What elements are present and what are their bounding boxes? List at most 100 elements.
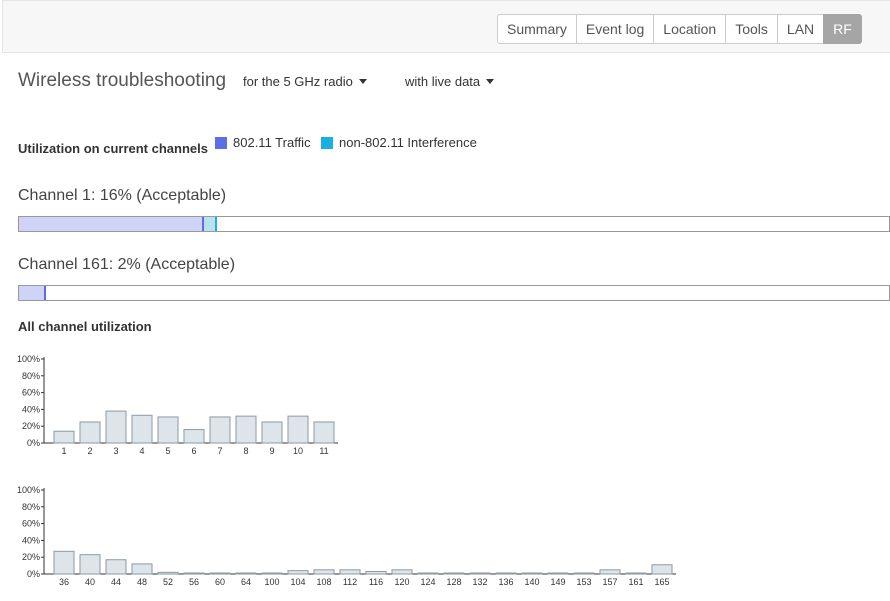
x-tick-label: 124 bbox=[420, 577, 435, 587]
tab-event-log[interactable]: Event log bbox=[575, 14, 655, 44]
x-tick-label: 116 bbox=[369, 577, 383, 587]
x-tick-label: 132 bbox=[472, 577, 487, 587]
x-tick-label: 64 bbox=[241, 577, 251, 587]
interference-swatch bbox=[321, 136, 333, 149]
bar-channel-9 bbox=[261, 421, 283, 444]
y-tick-label: 40% bbox=[22, 535, 40, 545]
chevron-down-icon bbox=[486, 79, 495, 85]
y-tick-label: 80% bbox=[22, 502, 40, 512]
bar-channel-56 bbox=[183, 572, 205, 575]
bar-channel-5 bbox=[157, 416, 179, 444]
x-tick-label: 10 bbox=[293, 446, 303, 456]
legend-interference-label: non-802.11 Interference bbox=[339, 135, 477, 150]
x-tick-label: 60 bbox=[215, 577, 225, 587]
bar-channel-165 bbox=[651, 564, 673, 575]
x-tick-label: 11 bbox=[319, 446, 328, 456]
channel-161-utilization-bar bbox=[18, 285, 890, 301]
bar-channel-149 bbox=[547, 572, 569, 575]
y-tick-label: 100% bbox=[17, 485, 40, 495]
tab-summary[interactable]: Summary bbox=[497, 14, 577, 44]
bar-channel-120 bbox=[391, 569, 413, 575]
tab-lan[interactable]: LAN bbox=[776, 14, 825, 44]
x-tick-label: 128 bbox=[446, 577, 461, 587]
radio-dropdown[interactable]: for the 5 GHz radio bbox=[243, 74, 367, 89]
x-tick-label: 100 bbox=[264, 577, 279, 587]
bar-channel-112 bbox=[339, 569, 361, 575]
bar-channel-36 bbox=[53, 550, 75, 575]
bar-channel-1 bbox=[53, 430, 75, 444]
x-tick-label: 1 bbox=[61, 446, 66, 456]
x-tick-label: 108 bbox=[316, 577, 331, 587]
x-tick-label: 140 bbox=[524, 577, 539, 587]
x-tick-label: 56 bbox=[189, 577, 199, 587]
bar-channel-3 bbox=[105, 410, 127, 444]
x-tick-label: 52 bbox=[163, 577, 173, 587]
bar-channel-153 bbox=[573, 572, 595, 575]
channel-1-utilization-bar bbox=[18, 216, 890, 232]
chart-2-4ghz-channels: 100% 80% 60% 40% 20% 0% 1 2 3 4 5 6 7 8 9 10 11 bbox=[17, 354, 338, 456]
y-tick-label: 0% bbox=[27, 569, 40, 579]
top-nav-bar: Summary Event log Location Tools LAN RF bbox=[2, 0, 890, 53]
y-tick-label: 100% bbox=[17, 354, 40, 364]
y-tick-label: 60% bbox=[22, 519, 40, 529]
x-tick-label: 6 bbox=[191, 446, 196, 456]
tab-tools[interactable]: Tools bbox=[725, 14, 778, 44]
y-tick-label: 20% bbox=[22, 421, 40, 431]
legend-traffic-label: 802.11 Traffic bbox=[233, 135, 311, 150]
bar-channel-7 bbox=[209, 416, 231, 444]
all-channel-heading: All channel utilization bbox=[18, 319, 152, 334]
page-title: Wireless troubleshooting bbox=[18, 70, 227, 91]
bar-channel-8 bbox=[235, 415, 257, 444]
y-tick-label: 40% bbox=[22, 404, 40, 414]
traffic-segment bbox=[19, 286, 46, 300]
bar-channel-44 bbox=[105, 559, 127, 575]
bar-channel-108 bbox=[313, 569, 335, 575]
chevron-down-icon bbox=[358, 79, 367, 85]
x-tick-label: 104 bbox=[290, 577, 305, 587]
x-tick-label: 120 bbox=[394, 577, 409, 587]
x-tick-label: 4 bbox=[139, 446, 144, 456]
x-tick-label: 9 bbox=[269, 446, 274, 456]
bar-channel-4 bbox=[131, 414, 153, 444]
bar-channel-48 bbox=[131, 563, 153, 575]
tab-location[interactable]: Location bbox=[653, 14, 727, 44]
bar-channel-52 bbox=[157, 571, 179, 575]
bar-channel-161 bbox=[625, 572, 647, 575]
tab-rf[interactable]: RF bbox=[823, 14, 862, 44]
y-tick-label: 80% bbox=[22, 371, 40, 381]
x-tick-label: 8 bbox=[243, 446, 248, 456]
bar-channel-136 bbox=[495, 572, 517, 575]
x-tick-label: 7 bbox=[217, 446, 222, 456]
chart-5ghz-channels: 100% 80% 60% 40% 20% 0% 36 40 44 48 52 56 60 64 100 104… bbox=[17, 485, 676, 587]
interference-segment-edge bbox=[215, 217, 217, 231]
x-tick-label: 5 bbox=[165, 446, 170, 456]
x-tick-label: 36 bbox=[59, 577, 69, 587]
channel-1-label: Channel 1: 16% (Acceptable) bbox=[18, 187, 227, 204]
utilization-heading: Utilization on current channels bbox=[18, 141, 208, 156]
y-tick-label: 0% bbox=[27, 438, 40, 448]
x-tick-label: 149 bbox=[550, 577, 565, 587]
bar-channel-2 bbox=[79, 421, 101, 444]
bar-channel-140 bbox=[521, 572, 543, 575]
data-mode-dropdown-label: with live data bbox=[405, 74, 481, 89]
y-tick-label: 20% bbox=[22, 552, 40, 562]
bar-channel-157 bbox=[599, 569, 621, 575]
x-tick-label: 44 bbox=[111, 577, 121, 587]
bar-channel-128 bbox=[443, 572, 465, 575]
data-mode-dropdown[interactable]: with live data bbox=[405, 74, 495, 89]
legend-interference: non-802.11 Interference bbox=[321, 135, 477, 150]
x-tick-label: 112 bbox=[343, 577, 357, 587]
bar-channel-10 bbox=[287, 415, 309, 444]
traffic-segment bbox=[19, 217, 204, 231]
legend-traffic: 802.11 Traffic bbox=[215, 135, 311, 150]
x-tick-label: 165 bbox=[654, 577, 669, 587]
bar-channel-104 bbox=[287, 570, 309, 575]
x-tick-label: 48 bbox=[137, 577, 147, 587]
x-tick-label: 3 bbox=[113, 446, 118, 456]
x-tick-label: 153 bbox=[576, 577, 591, 587]
x-tick-label: 40 bbox=[85, 577, 95, 587]
bar-channel-11 bbox=[313, 421, 335, 444]
bar-channel-124 bbox=[417, 572, 439, 575]
tab-group: Summary Event log Location Tools LAN RF bbox=[497, 14, 862, 44]
traffic-swatch bbox=[215, 136, 227, 149]
